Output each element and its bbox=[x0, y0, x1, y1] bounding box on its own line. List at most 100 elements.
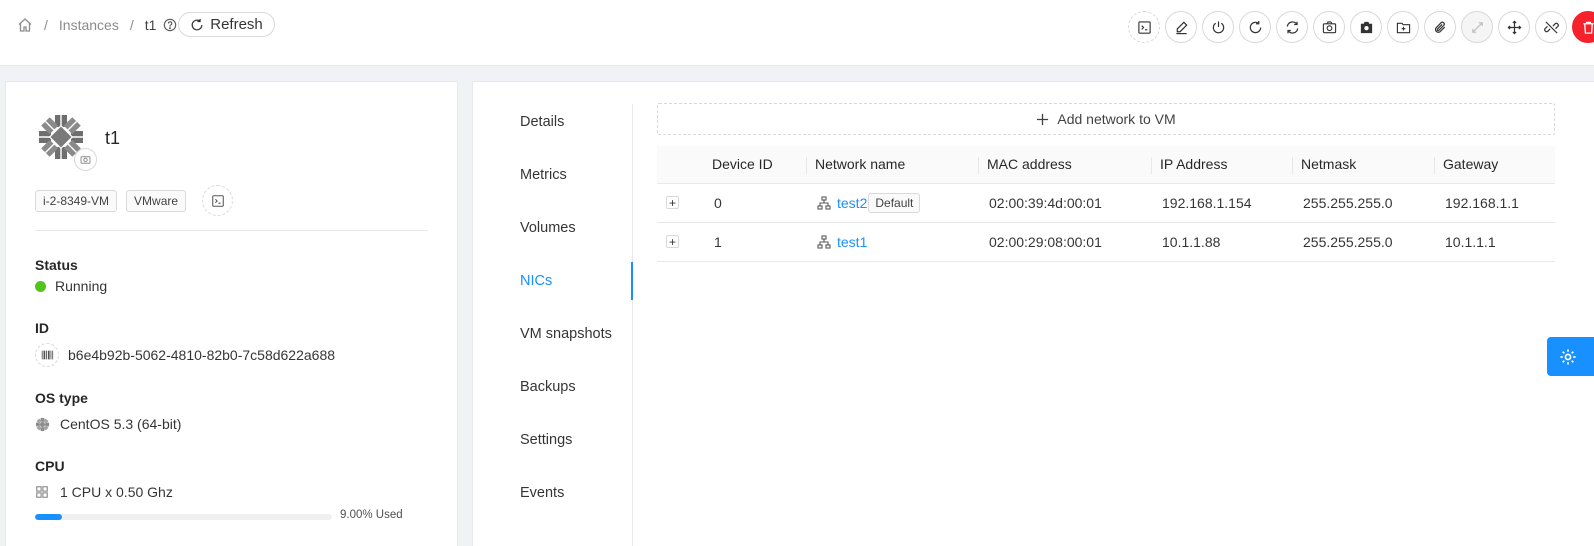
sync-icon bbox=[1286, 20, 1298, 34]
network-link[interactable]: test1 bbox=[837, 234, 867, 250]
console-icon[interactable] bbox=[202, 185, 234, 216]
column-header-gateway[interactable]: Gateway bbox=[1443, 156, 1498, 172]
network-name-cell: test1 bbox=[817, 234, 867, 250]
network-name-cell: test2 Default bbox=[817, 193, 921, 213]
disconnect-icon bbox=[1543, 20, 1559, 34]
default-tag: Default bbox=[868, 193, 921, 213]
table-row: + 0 test2 Default 02:00:39:4d:00:01 192.… bbox=[657, 184, 1555, 223]
gateway-cell: 192.168.1.1 bbox=[1445, 195, 1519, 211]
unlink-button[interactable] bbox=[1535, 11, 1567, 43]
edit-icon bbox=[1175, 20, 1188, 34]
scale-button[interactable] bbox=[1461, 11, 1493, 43]
add-network-label: Add network to VM bbox=[1057, 111, 1176, 127]
tab-backups[interactable]: Backups bbox=[520, 379, 576, 395]
destroy-button[interactable] bbox=[1572, 11, 1594, 43]
plus-icon bbox=[1037, 113, 1049, 125]
network-icon bbox=[817, 235, 831, 249]
network-icon bbox=[817, 196, 831, 210]
appstore-icon bbox=[35, 485, 50, 500]
instance-summary-card: t1 i-2-8349-VM VMware Status Running ID … bbox=[5, 81, 458, 546]
poweroff-icon bbox=[1212, 20, 1224, 33]
cpu-value: 1 CPU x 0.50 Ghz bbox=[35, 484, 173, 500]
id-text: b6e4b92b-5062-4810-82b0-7c58d622a688 bbox=[68, 347, 336, 363]
tab-metrics[interactable]: Metrics bbox=[520, 167, 567, 183]
edit-button[interactable] bbox=[1165, 11, 1197, 43]
breadcrumb-separator: / bbox=[129, 17, 134, 33]
action-toolbar bbox=[1128, 11, 1594, 43]
snapshot-button[interactable] bbox=[1313, 11, 1345, 43]
settings-drawer-button[interactable] bbox=[1547, 337, 1594, 376]
home-icon[interactable] bbox=[17, 17, 33, 33]
top-bar: / Instances / t1 Refresh bbox=[0, 0, 1594, 66]
breadcrumb-separator: / bbox=[44, 17, 48, 33]
cpu-text: 1 CPU x 0.50 Ghz bbox=[60, 484, 173, 500]
tab-settings[interactable]: Settings bbox=[520, 432, 572, 448]
device-id-cell: 1 bbox=[714, 234, 722, 250]
take-snapshot-icon[interactable] bbox=[74, 148, 97, 171]
column-header-network-name[interactable]: Network name bbox=[815, 156, 905, 172]
os-type-text: CentOS 5.3 (64-bit) bbox=[60, 416, 182, 432]
vm-snapshot-button[interactable] bbox=[1350, 11, 1382, 43]
reload-icon bbox=[191, 18, 203, 30]
status-text: Running bbox=[55, 278, 108, 294]
delete-icon bbox=[1582, 21, 1594, 34]
reload-icon bbox=[1249, 20, 1261, 33]
tab-vm-snapshots[interactable]: VM snapshots bbox=[520, 326, 612, 342]
device-id-cell: 0 bbox=[714, 195, 722, 211]
detail-tabs: Details Metrics Volumes NICs VM snapshot… bbox=[473, 104, 633, 546]
stop-button[interactable] bbox=[1202, 11, 1234, 43]
column-header-device-id[interactable]: Device ID bbox=[712, 156, 773, 172]
breadcrumb: / Instances / t1 bbox=[17, 13, 177, 37]
tab-details[interactable]: Details bbox=[520, 114, 564, 130]
status-value: Running bbox=[35, 278, 107, 294]
gateway-cell: 10.1.1.1 bbox=[1445, 234, 1496, 250]
reboot-button[interactable] bbox=[1239, 11, 1271, 43]
attach-iso-button[interactable] bbox=[1424, 11, 1456, 43]
column-header-mac-address[interactable]: MAC address bbox=[987, 156, 1072, 172]
id-label: ID bbox=[35, 320, 49, 336]
tab-events[interactable]: Events bbox=[520, 485, 564, 501]
cpu-usage-text: 9.00% Used bbox=[340, 509, 403, 521]
column-header-ip-address[interactable]: IP Address bbox=[1160, 156, 1227, 172]
cpu-usage-bar bbox=[35, 514, 332, 520]
paperclip-icon bbox=[1434, 21, 1445, 33]
instance-name: t1 bbox=[105, 128, 121, 148]
status-label: Status bbox=[35, 257, 78, 273]
breadcrumb-instances[interactable]: Instances bbox=[59, 17, 119, 33]
breadcrumb-current: t1 bbox=[144, 17, 157, 33]
cpu-label: CPU bbox=[35, 458, 65, 474]
reinstall-button[interactable] bbox=[1276, 11, 1308, 43]
arrows-alt-icon bbox=[1471, 21, 1483, 33]
mac-address-cell: 02:00:29:08:00:01 bbox=[989, 234, 1102, 250]
netmask-cell: 255.255.255.0 bbox=[1303, 234, 1393, 250]
network-link[interactable]: test2 bbox=[837, 195, 867, 211]
ip-address-cell: 10.1.1.88 bbox=[1162, 234, 1221, 250]
question-circle-icon[interactable] bbox=[163, 18, 177, 32]
refresh-label: Refresh bbox=[210, 16, 263, 33]
column-separator bbox=[978, 157, 979, 174]
barcode-icon[interactable] bbox=[35, 343, 59, 367]
instance-detail-card: Details Metrics Volumes NICs VM snapshot… bbox=[472, 81, 1594, 546]
backup-button[interactable] bbox=[1387, 11, 1419, 43]
id-value: b6e4b92b-5062-4810-82b0-7c58d622a688 bbox=[35, 343, 335, 367]
column-separator bbox=[1292, 157, 1293, 174]
console-icon bbox=[1137, 20, 1151, 34]
gear-icon bbox=[1560, 348, 1576, 365]
table-header: Device ID Network name MAC address IP Ad… bbox=[657, 146, 1555, 184]
camera-filled-icon bbox=[1360, 21, 1372, 33]
console-button[interactable] bbox=[1128, 11, 1160, 43]
expand-row-icon[interactable]: + bbox=[666, 196, 679, 209]
migrate-button[interactable] bbox=[1498, 11, 1530, 43]
column-header-netmask[interactable]: Netmask bbox=[1301, 156, 1356, 172]
table-row: + 1 test1 02:00:29:08:00:01 10.1.1.88 25… bbox=[657, 223, 1555, 262]
folder-add-icon bbox=[1396, 22, 1410, 33]
tab-volumes[interactable]: Volumes bbox=[520, 220, 576, 236]
drag-icon bbox=[1507, 20, 1521, 34]
add-network-button[interactable]: Add network to VM bbox=[657, 103, 1555, 135]
centos-small-icon bbox=[35, 417, 50, 432]
refresh-button[interactable]: Refresh bbox=[178, 12, 275, 37]
expand-row-icon[interactable]: + bbox=[666, 235, 679, 248]
tab-nics[interactable]: NICs bbox=[520, 273, 552, 289]
column-separator bbox=[1434, 157, 1435, 174]
camera-icon bbox=[1322, 20, 1336, 33]
